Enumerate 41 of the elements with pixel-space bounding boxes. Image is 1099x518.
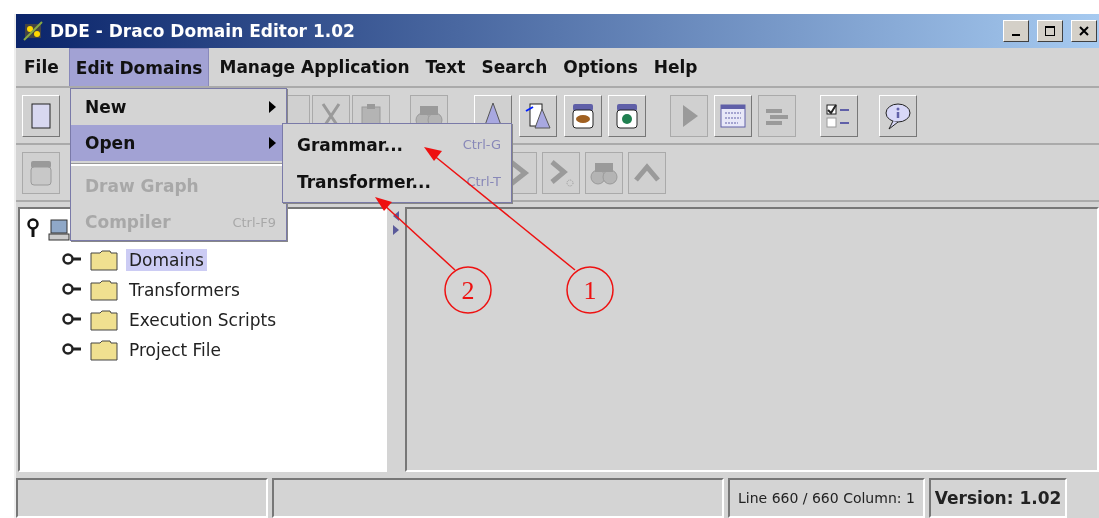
menu-item[interactable]: File [18, 48, 65, 86]
folder-icon [90, 249, 118, 271]
expand-handle-icon[interactable] [62, 281, 82, 296]
expand-right-icon[interactable] [392, 225, 400, 235]
callout-marker: 1 [566, 266, 614, 314]
expand-handle-icon[interactable] [26, 218, 40, 238]
menu-item[interactable]: Transformer... Ctrl-T [283, 163, 511, 200]
maximize-button[interactable] [1037, 20, 1063, 42]
cone-arrow-icon [523, 100, 553, 131]
expand-handle-icon[interactable] [62, 341, 82, 356]
close-icon [1078, 25, 1090, 37]
menu-item[interactable]: Edit Domains [68, 48, 210, 86]
tree-item[interactable]: Project File [126, 339, 224, 361]
folder-icon [90, 279, 118, 301]
menu-item[interactable]: Options [557, 48, 644, 86]
callout-marker: 2 [444, 266, 492, 314]
menu-item[interactable]: Help [647, 48, 704, 86]
menu-item[interactable]: Grammar... Ctrl-G [283, 126, 511, 163]
window-title: DDE - Draco Domain Editor 1.02 [50, 21, 356, 41]
menu-item[interactable]: Search [475, 48, 554, 86]
version-label: Version: 1.02 [928, 478, 1068, 518]
app-icon [22, 20, 44, 42]
close-button[interactable] [1071, 20, 1097, 42]
folder-icon [90, 309, 118, 331]
collapse-left-icon[interactable] [392, 211, 400, 221]
tree-item[interactable]: Domains [126, 249, 207, 271]
menu-item[interactable]: Text [419, 48, 472, 86]
expand-handle-icon[interactable] [62, 251, 82, 266]
submenu-arrow-icon [269, 101, 276, 113]
submenu-arrow-icon [269, 137, 276, 149]
menu-item[interactable]: Manage Application [213, 48, 416, 86]
tree-item[interactable]: Execution Scripts [126, 309, 279, 331]
cursor-position: Line 660 / 660 Column: 1 [728, 478, 925, 518]
menu-item[interactable]: New [71, 89, 286, 125]
expand-handle-icon[interactable] [62, 311, 82, 326]
folder-icon [90, 339, 118, 361]
maximize-icon [1044, 25, 1056, 37]
info-icon [883, 100, 913, 131]
tree-item[interactable]: Transformers [126, 279, 243, 301]
minimize-button[interactable] [1003, 20, 1029, 42]
minimize-icon [1012, 34, 1020, 36]
